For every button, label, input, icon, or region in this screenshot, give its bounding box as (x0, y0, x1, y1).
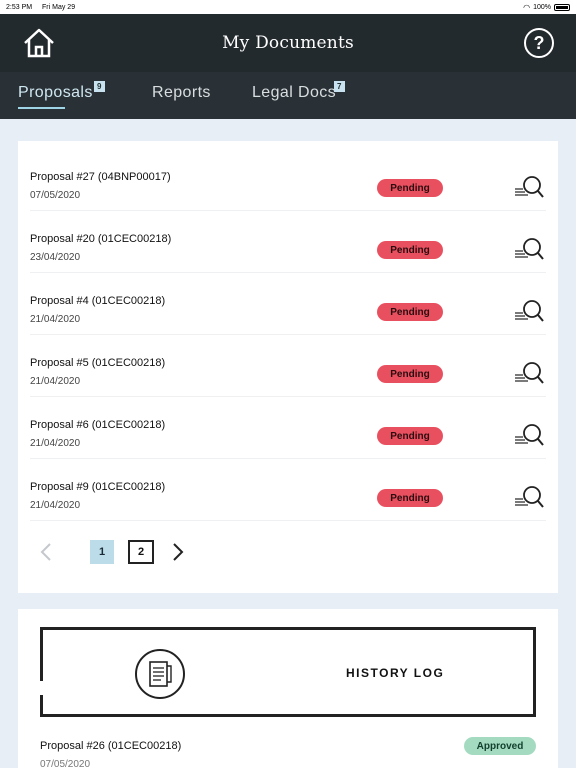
document-title: Proposal #6 (01CEC00218) (30, 419, 166, 431)
status-badge: Pending (377, 427, 443, 445)
tab-legal-docs[interactable]: Legal Docs 7 (252, 81, 345, 102)
tab-reports[interactable]: Reports (152, 84, 211, 102)
active-tab-indicator (18, 107, 65, 109)
status-badge: Pending (377, 489, 443, 507)
previous-page-button[interactable] (38, 542, 54, 562)
view-document-button[interactable] (514, 175, 544, 201)
status-left: 2:53 PM Fri May 29 (6, 4, 83, 11)
document-title: Proposal #20 (01CEC00218) (30, 233, 172, 245)
search-icon (515, 424, 544, 446)
status-badge: Pending (377, 303, 443, 321)
tab-proposals[interactable]: Proposals 9 (18, 81, 105, 102)
history-icon (135, 649, 185, 699)
list-item[interactable]: Proposal #6 (01CEC00218) 21/04/2020 Pend… (30, 397, 546, 459)
chevron-left-icon (40, 543, 51, 561)
status-time: 2:53 PM (6, 3, 33, 11)
status-badge: Pending (377, 241, 443, 259)
tab-label: Reports (152, 84, 211, 101)
search-icon (515, 362, 544, 384)
chevron-right-icon (173, 543, 184, 561)
list-item[interactable]: Proposal #9 (01CEC00218) 21/04/2020 Pend… (30, 459, 546, 521)
list-item[interactable]: Proposal #27 (04BNP00017) 07/05/2020 Pen… (30, 149, 546, 211)
status-bar: 2:53 PM Fri May 29 ◠ 100% (0, 0, 576, 14)
document-date: 21/04/2020 (30, 314, 81, 325)
status-badge: Pending (377, 179, 443, 197)
status-right: ◠ 100% (523, 3, 570, 12)
pagination: 1 2 (38, 538, 184, 568)
history-item-title: Proposal #26 (01CEC00218) (40, 740, 182, 752)
tab-bar: Proposals 9 Reports Legal Docs 7 (0, 72, 576, 119)
search-icon (515, 486, 544, 508)
history-section: HISTORY LOG Proposal #26 (01CEC00218) 07… (18, 609, 558, 768)
status-badge: Pending (377, 365, 443, 383)
question-icon: ? (533, 32, 545, 53)
home-button[interactable] (22, 27, 56, 59)
battery-icon (554, 3, 570, 11)
document-date: 23/04/2020 (30, 252, 81, 263)
list-item[interactable]: Proposal #5 (01CEC00218) 21/04/2020 Pend… (30, 335, 546, 397)
view-document-button[interactable] (514, 237, 544, 263)
history-item-date: 07/05/2020 (40, 759, 91, 768)
page-title: My Documents (222, 33, 354, 53)
home-icon (24, 28, 54, 58)
wifi-icon: ◠ (523, 2, 531, 12)
view-document-button[interactable] (514, 299, 544, 325)
document-date: 21/04/2020 (30, 500, 81, 511)
border-gap (37, 681, 43, 695)
battery-percent: 100% (533, 3, 551, 11)
document-date: 21/04/2020 (30, 376, 81, 387)
view-document-button[interactable] (514, 423, 544, 449)
list-item[interactable]: Proposal #20 (01CEC00218) 23/04/2020 Pen… (30, 211, 546, 273)
tab-label: Legal Docs (252, 84, 337, 101)
page-2-button[interactable]: 2 (128, 540, 154, 564)
proposals-list: Proposal #27 (04BNP00017) 07/05/2020 Pen… (18, 141, 558, 593)
page-1-button[interactable]: 1 (90, 540, 114, 564)
status-badge: Approved (464, 737, 536, 755)
history-log-button[interactable] (40, 627, 536, 717)
search-icon (515, 238, 544, 260)
app-header: My Documents ? (0, 14, 576, 72)
document-title: Proposal #27 (04BNP00017) (30, 171, 171, 183)
next-page-button[interactable] (170, 542, 186, 562)
status-date: Fri May 29 (42, 3, 76, 11)
view-document-button[interactable] (514, 361, 544, 387)
view-document-button[interactable] (514, 485, 544, 511)
search-icon (515, 176, 544, 198)
search-icon (515, 300, 544, 322)
document-title: Proposal #4 (01CEC00218) (30, 295, 166, 307)
history-log-label: HISTORY LOG (346, 666, 445, 680)
document-date: 21/04/2020 (30, 438, 81, 449)
tab-badge: 9 (94, 81, 105, 92)
help-button[interactable]: ? (524, 28, 554, 58)
document-title: Proposal #9 (01CEC00218) (30, 481, 166, 493)
document-title: Proposal #5 (01CEC00218) (30, 357, 166, 369)
document-date: 07/05/2020 (30, 190, 81, 201)
document-icon (149, 661, 172, 687)
list-item[interactable]: Proposal #4 (01CEC00218) 21/04/2020 Pend… (30, 273, 546, 335)
tab-label: Proposals (18, 84, 93, 101)
tab-badge: 7 (334, 81, 345, 92)
